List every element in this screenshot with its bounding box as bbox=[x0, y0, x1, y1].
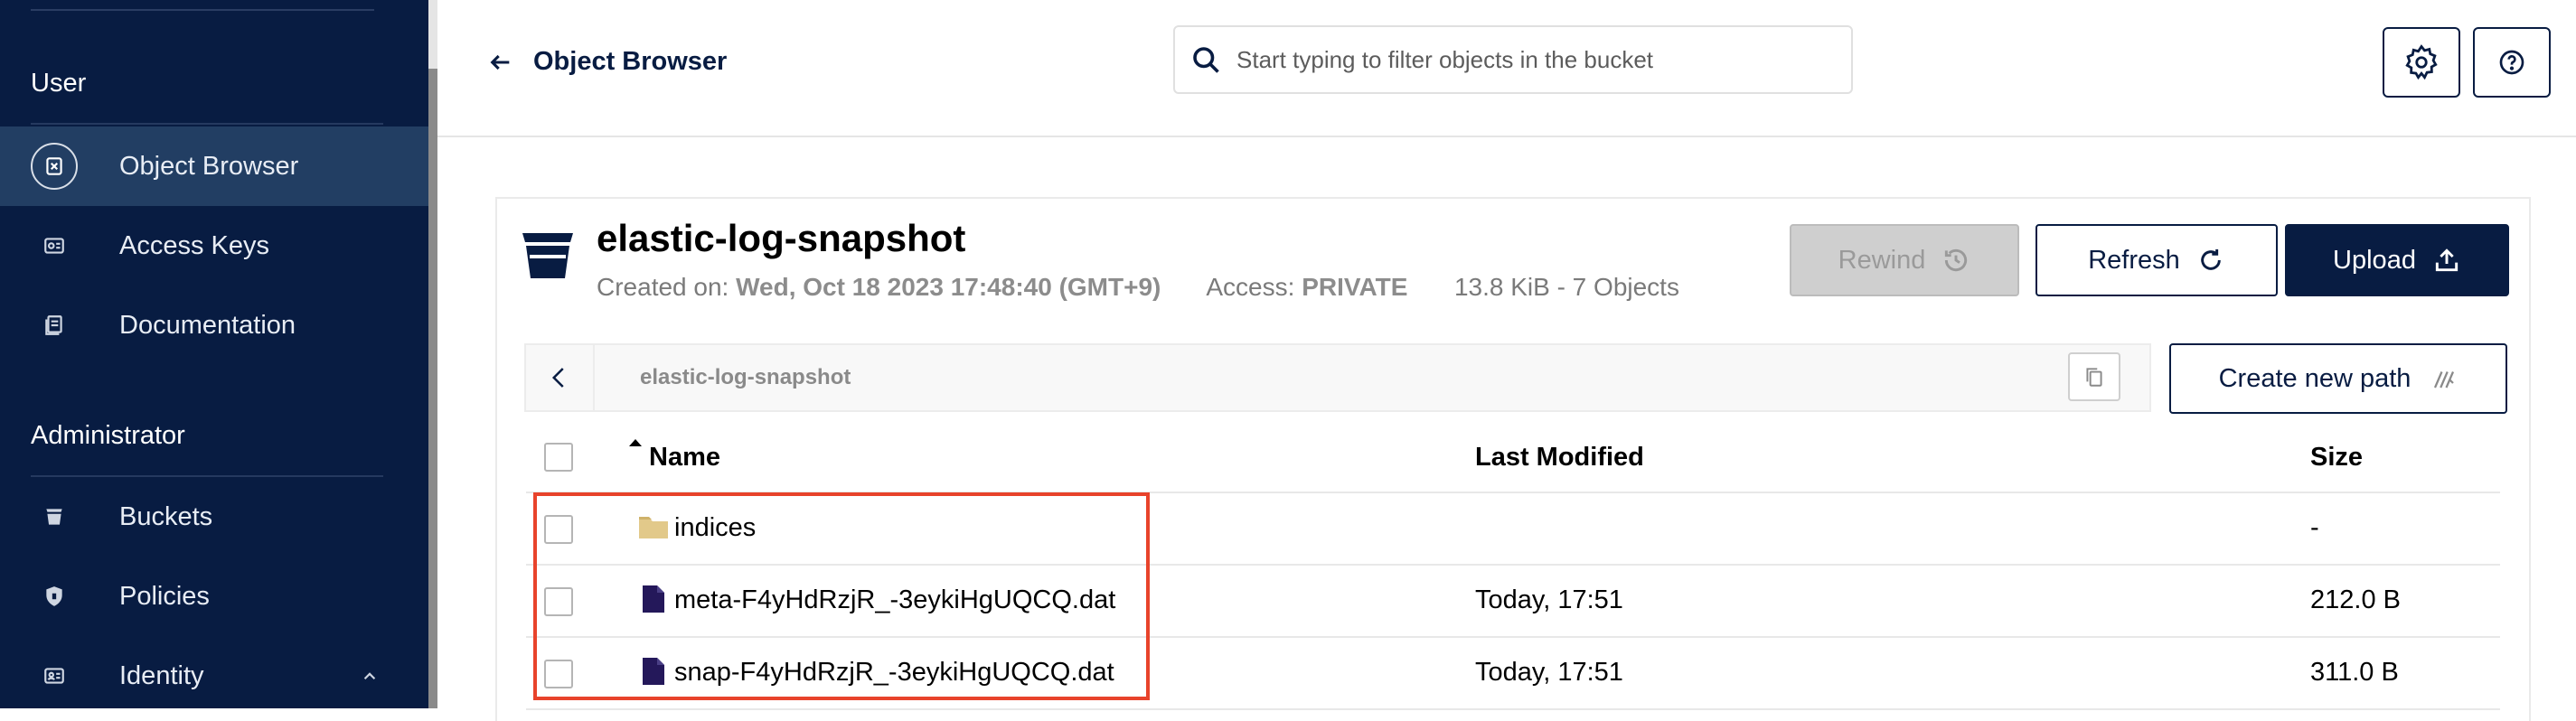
breadcrumb[interactable]: elastic-log-snapshot bbox=[640, 365, 851, 390]
folder-icon bbox=[639, 517, 668, 538]
refresh-button[interactable]: Refresh bbox=[2035, 224, 2278, 296]
create-new-path-button[interactable]: Create new path bbox=[2169, 343, 2507, 414]
column-last-modified-header[interactable]: Last Modified bbox=[1475, 443, 1644, 473]
sidebar-item-label: Buckets bbox=[119, 501, 213, 531]
gear-icon bbox=[2405, 44, 2438, 80]
sidebar-section-administrator: Administrator bbox=[31, 421, 185, 450]
row-checkbox[interactable] bbox=[544, 660, 573, 688]
rewind-button[interactable]: Rewind bbox=[1790, 224, 2019, 296]
upload-label: Upload bbox=[2333, 245, 2416, 275]
copy-path-button[interactable] bbox=[2068, 352, 2120, 401]
back-to-object-browser-link[interactable]: Object Browser bbox=[488, 47, 727, 77]
row-size: 311.0 B bbox=[2310, 658, 2399, 687]
size-summary: 13.8 KiB - 7 Objects bbox=[1453, 273, 1679, 301]
sidebar-item-buckets[interactable]: Buckets bbox=[0, 477, 428, 557]
bucket-name: elastic-log-snapshot bbox=[597, 217, 966, 259]
help-button[interactable] bbox=[2473, 27, 2551, 98]
sidebar-divider bbox=[31, 9, 374, 11]
sidebar-item-policies[interactable]: Policies bbox=[0, 557, 428, 636]
file-icon bbox=[643, 585, 664, 613]
select-all-checkbox[interactable] bbox=[544, 443, 573, 472]
row-size: 212.0 B bbox=[2310, 585, 2401, 614]
sidebar: User Object Browser Access Keys Document… bbox=[0, 0, 428, 708]
file-icon bbox=[643, 658, 664, 685]
sidebar-item-label: Policies bbox=[119, 581, 210, 611]
documentation-icon bbox=[31, 302, 78, 349]
access-value: PRIVATE bbox=[1302, 273, 1408, 301]
search-icon bbox=[1193, 47, 1219, 73]
sidebar-divider bbox=[31, 123, 383, 125]
row-size: - bbox=[2310, 513, 2319, 542]
sidebar-item-access-keys[interactable]: Access Keys bbox=[0, 206, 428, 286]
column-size-header[interactable]: Size bbox=[2310, 443, 2363, 473]
upload-icon bbox=[2435, 248, 2458, 272]
new-path-icon bbox=[2434, 371, 2455, 389]
sidebar-scrollbar[interactable] bbox=[428, 0, 437, 708]
buckets-icon bbox=[31, 493, 78, 540]
path-bar: elastic-log-snapshot bbox=[524, 343, 2151, 412]
sort-ascending-icon bbox=[629, 439, 642, 446]
row-modified: Today, 17:51 bbox=[1475, 658, 1623, 687]
create-new-path-label: Create new path bbox=[2218, 363, 2411, 393]
identity-icon bbox=[31, 652, 78, 699]
created-label: Created on: bbox=[597, 273, 729, 301]
bucket-details: Created on: Wed, Oct 18 2023 17:48:40 (G… bbox=[597, 273, 1679, 302]
sidebar-item-label: Access Keys bbox=[119, 230, 269, 260]
row-modified: Today, 17:51 bbox=[1475, 585, 1623, 614]
table-row[interactable]: snap-F4yHdRzjR_-3eykiHgUQCQ.dat Today, 1… bbox=[526, 638, 2500, 710]
sidebar-item-documentation[interactable]: Documentation bbox=[0, 286, 428, 365]
sidebar-item-label: Documentation bbox=[119, 310, 296, 340]
column-name-label: Name bbox=[649, 443, 720, 472]
row-name: indices bbox=[674, 513, 757, 542]
column-name-header[interactable]: Name bbox=[627, 439, 720, 473]
sidebar-item-label: Identity bbox=[119, 660, 204, 690]
sidebar-item-object-browser[interactable]: Object Browser bbox=[0, 126, 428, 206]
refresh-icon bbox=[2200, 249, 2221, 270]
page-title: Object Browser bbox=[533, 47, 728, 76]
arrow-left-icon bbox=[490, 54, 510, 70]
chevron-left-icon bbox=[551, 368, 564, 388]
history-icon bbox=[1945, 248, 1968, 272]
page-header: Object Browser bbox=[437, 0, 2576, 137]
row-name: meta-F4yHdRzjR_-3eykiHgUQCQ.dat bbox=[674, 585, 1116, 614]
sidebar-section-user: User bbox=[31, 69, 87, 98]
row-checkbox[interactable] bbox=[544, 587, 573, 616]
copy-icon bbox=[2086, 368, 2102, 387]
table-row[interactable]: indices - bbox=[526, 493, 2500, 566]
chevron-up-icon[interactable] bbox=[358, 664, 381, 688]
scrollbar-thumb[interactable] bbox=[428, 69, 437, 708]
bucket-panel: elastic-log-snapshot Created on: Wed, Oc… bbox=[495, 197, 2531, 721]
refresh-label: Refresh bbox=[2088, 245, 2180, 275]
policies-icon bbox=[31, 573, 78, 620]
created-value: Wed, Oct 18 2023 17:48:40 (GMT+9) bbox=[736, 273, 1161, 301]
rewind-label: Rewind bbox=[1838, 245, 1926, 275]
upload-button[interactable]: Upload bbox=[2285, 224, 2509, 296]
question-icon bbox=[2499, 50, 2524, 75]
search-input[interactable] bbox=[1236, 42, 1833, 78]
access-keys-icon bbox=[31, 222, 78, 269]
table-header: Name Last Modified Size bbox=[526, 421, 2500, 493]
sidebar-item-label: Object Browser bbox=[119, 151, 299, 181]
search-box[interactable] bbox=[1173, 25, 1853, 94]
row-name: snap-F4yHdRzjR_-3eykiHgUQCQ.dat bbox=[674, 658, 1114, 687]
settings-button[interactable] bbox=[2383, 27, 2460, 98]
table-row[interactable]: meta-F4yHdRzjR_-3eykiHgUQCQ.dat Today, 1… bbox=[526, 566, 2500, 638]
path-back-button[interactable] bbox=[526, 345, 595, 410]
bucket-icon bbox=[522, 233, 573, 278]
row-checkbox[interactable] bbox=[544, 515, 573, 544]
access-label: Access: bbox=[1206, 273, 1295, 301]
sidebar-item-identity[interactable]: Identity bbox=[0, 636, 428, 716]
object-browser-icon bbox=[31, 143, 78, 190]
